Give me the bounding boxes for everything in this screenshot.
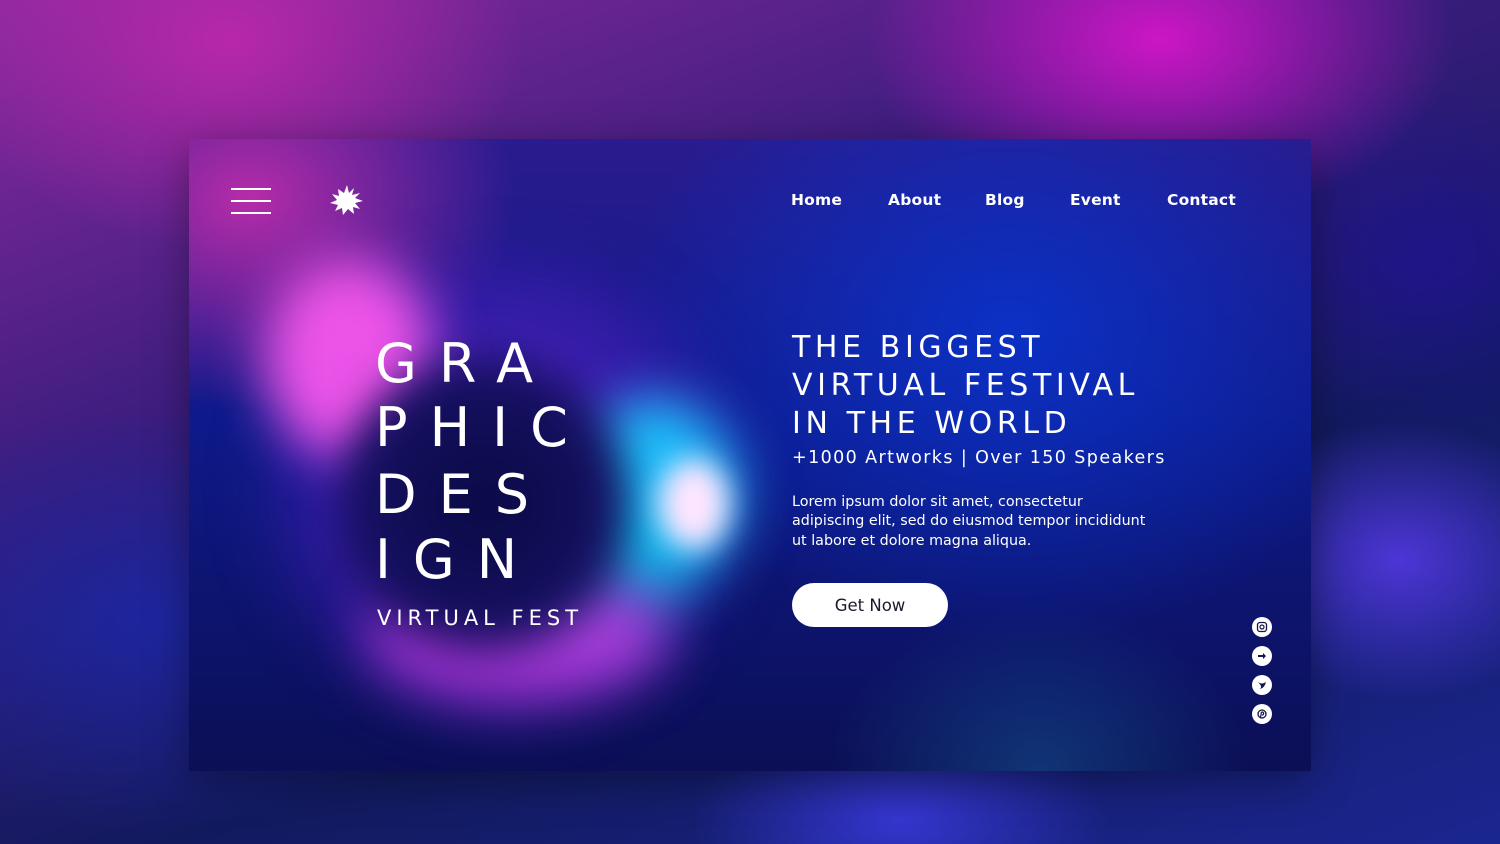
- headline-line: IN THE WORLD: [792, 406, 1072, 441]
- headline-line: THE BIGGEST: [792, 330, 1045, 365]
- glow-blob-highlight: [659, 459, 729, 549]
- landing-card: Home About Blog Event Contact GRA PHIC D…: [189, 139, 1311, 771]
- nav-home[interactable]: Home: [791, 191, 842, 209]
- get-now-button[interactable]: Get Now: [792, 583, 948, 627]
- pinterest-icon[interactable]: [1252, 704, 1272, 724]
- hero-title-line: DES: [375, 463, 551, 526]
- hero-title-line: PHIC: [375, 396, 590, 459]
- nav-contact[interactable]: Contact: [1167, 191, 1236, 209]
- hero-subtitle: VIRTUAL FEST: [377, 606, 584, 630]
- twitter-icon[interactable]: [1252, 675, 1272, 695]
- nav-blog[interactable]: Blog: [985, 191, 1025, 209]
- event-stats: +1000 Artworks | Over 150 Speakers: [792, 448, 1166, 468]
- headline-line: VIRTUAL FESTIVAL: [792, 368, 1139, 403]
- nav-event[interactable]: Event: [1070, 191, 1121, 209]
- hero-title-line: IGN: [375, 528, 540, 591]
- hero-description: Lorem ipsum dolor sit amet, consectetur …: [792, 494, 1146, 549]
- main-nav: Home About Blog Event Contact: [189, 191, 1311, 213]
- instagram-icon[interactable]: [1252, 617, 1272, 637]
- nav-about[interactable]: About: [888, 191, 941, 209]
- facebook-icon[interactable]: [1252, 646, 1272, 666]
- hero-title-line: GRA: [375, 332, 556, 395]
